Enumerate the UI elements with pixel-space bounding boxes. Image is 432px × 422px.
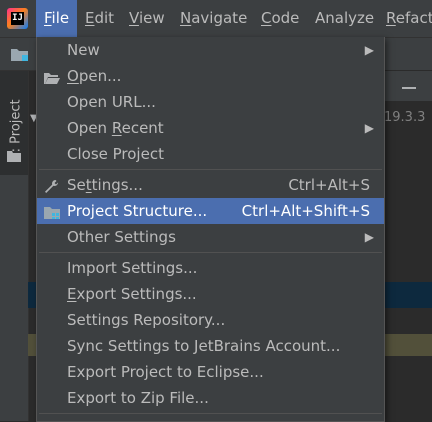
menu-item-close-project[interactable]: Close Project bbox=[37, 141, 384, 167]
file-menu-dropdown: New ▶ Open... Open URL... Open Recent ▶ … bbox=[36, 37, 385, 422]
menu-item-export-zip[interactable]: Export to Zip File... bbox=[37, 385, 384, 411]
menu-file-mnemonic: F bbox=[44, 9, 52, 27]
menu-item-shortcut: Ctrl+Alt+Shift+S bbox=[241, 202, 370, 220]
menu-edit-rest: dit bbox=[94, 9, 115, 27]
menu-refactor[interactable]: Refact bbox=[386, 0, 432, 37]
menu-item-settings[interactable]: Settings... Ctrl+Alt+S bbox=[37, 172, 384, 198]
menu-navigate[interactable]: Navigate bbox=[180, 0, 247, 37]
menu-item-export-eclipse[interactable]: Export Project to Eclipse... bbox=[37, 359, 384, 385]
project-folder-icon[interactable] bbox=[10, 46, 30, 66]
menu-refactor-mnemonic: R bbox=[386, 9, 396, 27]
menu-separator bbox=[39, 413, 382, 414]
menu-code-mnemonic: C bbox=[261, 9, 272, 27]
menu-item-label: Close Project bbox=[67, 145, 164, 163]
menu-item-label: Open URL... bbox=[67, 93, 156, 111]
menu-view-rest: iew bbox=[138, 9, 165, 27]
menu-item-label: Import Settings... bbox=[67, 259, 198, 277]
project-structure-icon bbox=[43, 203, 61, 219]
menu-code[interactable]: Code bbox=[261, 0, 299, 37]
menu-item-open-recent[interactable]: Open Recent ▶ bbox=[37, 115, 384, 141]
menu-separator bbox=[39, 252, 382, 253]
menu-item-label: Sync Settings to JetBrains Account... bbox=[67, 337, 341, 355]
submenu-arrow-icon: ▶ bbox=[364, 230, 374, 244]
menu-item-import-settings[interactable]: Import Settings... bbox=[37, 255, 384, 281]
menu-item-label-pre: Se bbox=[67, 176, 86, 194]
menu-item-label: Settings Repository... bbox=[67, 311, 226, 329]
menu-edit[interactable]: Edit bbox=[85, 0, 114, 37]
menu-item-label-pre: Open bbox=[67, 119, 112, 137]
menu-file-rest: ile bbox=[51, 9, 70, 27]
intellij-logo-icon: IJ bbox=[7, 8, 28, 29]
menu-refactor-rest: efact bbox=[395, 9, 432, 27]
menu-item-label: Project Structure... bbox=[67, 202, 208, 220]
menu-item-project-structure[interactable]: Project Structure... Ctrl+Alt+Shift+S bbox=[37, 198, 384, 224]
main-menu-bar: IJ File Edit View Navigate Code Analyze … bbox=[0, 0, 432, 38]
sdk-version-text: 19.3.3 bbox=[384, 110, 426, 125]
menu-item-new[interactable]: New ▶ bbox=[37, 37, 384, 63]
menu-item-label: xport Settings... bbox=[76, 285, 197, 303]
tool-window-header bbox=[383, 71, 432, 101]
folder-icon bbox=[7, 148, 21, 166]
menu-view-mnemonic: V bbox=[129, 9, 139, 27]
menu-item-other-settings[interactable]: Other Settings ▶ bbox=[37, 224, 384, 250]
menu-view[interactable]: View bbox=[129, 0, 165, 37]
minimize-icon[interactable] bbox=[402, 87, 416, 89]
menu-item-settings-repository[interactable]: Settings Repository... bbox=[37, 307, 384, 333]
folder-open-icon bbox=[43, 68, 61, 84]
menu-analyze[interactable]: Analyze bbox=[315, 0, 374, 37]
app-icon-text: IJ bbox=[11, 12, 24, 25]
menu-item-mnemonic: R bbox=[111, 119, 122, 137]
menu-item-label: tings... bbox=[91, 176, 143, 194]
menu-item-label: pen... bbox=[78, 67, 122, 85]
menu-item-label: Export to Zip File... bbox=[67, 389, 209, 407]
menu-item-mnemonic: O bbox=[67, 67, 79, 85]
menu-separator bbox=[39, 169, 382, 170]
menu-navigate-mnemonic: N bbox=[180, 9, 192, 27]
menu-code-rest: ode bbox=[271, 9, 300, 27]
menu-item-label: Export Project to Eclipse... bbox=[67, 363, 264, 381]
menu-item-sync-settings[interactable]: Sync Settings to JetBrains Account... bbox=[37, 333, 384, 359]
menu-item-open-url[interactable]: Open URL... bbox=[37, 89, 384, 115]
submenu-arrow-icon: ▶ bbox=[364, 121, 374, 135]
menu-item-export-settings[interactable]: Export Settings... bbox=[37, 281, 384, 307]
menu-item-label: ecent bbox=[121, 119, 164, 137]
menu-item-label: Other Settings bbox=[67, 228, 176, 246]
menu-item-open[interactable]: Open... bbox=[37, 63, 384, 89]
menu-navigate-rest: avigate bbox=[191, 9, 248, 27]
menu-item-shortcut: Ctrl+Alt+S bbox=[288, 176, 370, 194]
wrench-icon bbox=[43, 177, 61, 193]
menu-item-label: New bbox=[67, 41, 100, 59]
menu-file[interactable]: File bbox=[36, 0, 77, 37]
submenu-arrow-icon: ▶ bbox=[364, 43, 374, 57]
